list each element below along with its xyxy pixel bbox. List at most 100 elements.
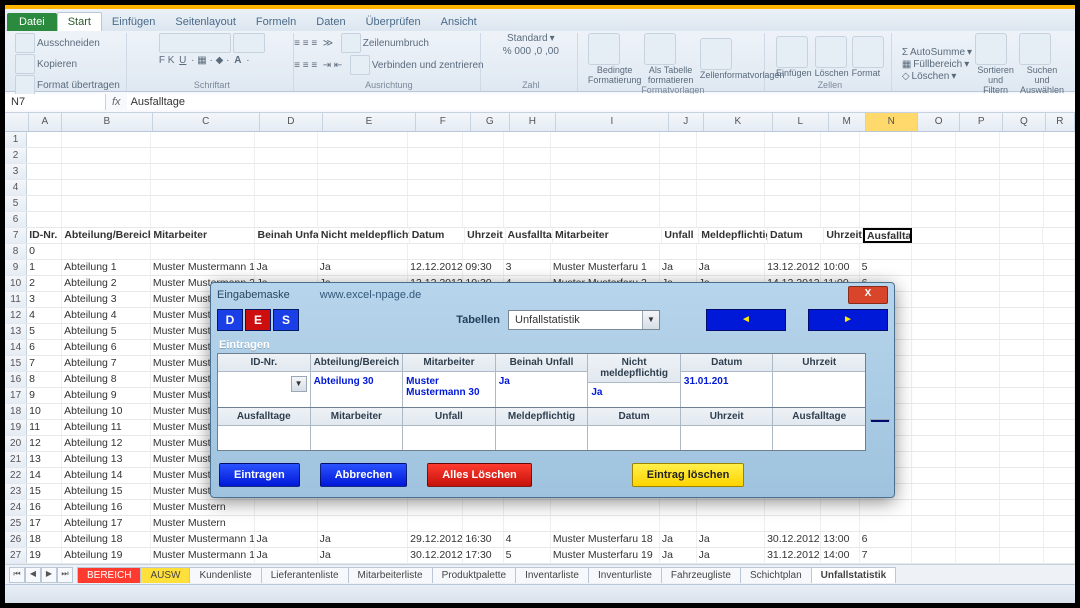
cell[interactable]: [956, 180, 1000, 195]
cell[interactable]: [912, 148, 956, 163]
cell[interactable]: [255, 132, 318, 147]
cond-format-button[interactable]: Bedingte Formatierung: [588, 33, 642, 85]
cell[interactable]: Muster Mustermann 18: [151, 532, 255, 547]
cell[interactable]: [62, 180, 151, 195]
col-M[interactable]: M: [829, 113, 866, 131]
cell[interactable]: Abteilung 5: [62, 324, 151, 339]
cell[interactable]: [697, 244, 765, 259]
row-header[interactable]: 20: [5, 436, 27, 451]
cell[interactable]: [765, 196, 821, 211]
cell[interactable]: [956, 148, 1000, 163]
dialog-close-button[interactable]: X: [848, 286, 888, 304]
cell[interactable]: [1000, 196, 1044, 211]
cell[interactable]: [912, 500, 956, 515]
cell[interactable]: [504, 212, 551, 227]
cell[interactable]: [697, 516, 765, 531]
delete-cells-button[interactable]: Löschen: [815, 36, 849, 78]
cell[interactable]: [956, 228, 1000, 243]
cell[interactable]: [912, 292, 956, 307]
cell[interactable]: [821, 132, 859, 147]
cell[interactable]: [551, 500, 660, 515]
cell[interactable]: Muster Mustern: [151, 516, 255, 531]
cell[interactable]: [151, 164, 255, 179]
cell[interactable]: [956, 356, 1000, 371]
cell[interactable]: 14:00: [821, 548, 859, 563]
cell[interactable]: [408, 148, 463, 163]
cell[interactable]: 3: [27, 292, 62, 307]
cell[interactable]: [1000, 324, 1044, 339]
cell[interactable]: [504, 244, 551, 259]
cell[interactable]: [956, 548, 1000, 563]
cell[interactable]: [1000, 436, 1044, 451]
cell[interactable]: [697, 196, 765, 211]
cell[interactable]: [318, 212, 408, 227]
cell[interactable]: [912, 132, 956, 147]
cell[interactable]: [1044, 260, 1075, 275]
row-header[interactable]: 3: [5, 164, 27, 179]
cell[interactable]: [765, 212, 821, 227]
cell[interactable]: [912, 276, 956, 291]
field-unfall[interactable]: [403, 426, 495, 450]
find-select-button[interactable]: Suchen und Auswählen: [1019, 33, 1065, 95]
cell[interactable]: [912, 452, 956, 467]
cell[interactable]: Datum: [410, 228, 465, 243]
tab-pagelayout[interactable]: Seitenlayout: [165, 13, 246, 31]
cell[interactable]: Abteilung 2: [62, 276, 151, 291]
cell[interactable]: [255, 180, 318, 195]
cell[interactable]: 5: [860, 260, 913, 275]
cell[interactable]: [912, 228, 956, 243]
cell[interactable]: [821, 500, 859, 515]
cell[interactable]: [912, 244, 956, 259]
cell[interactable]: [765, 516, 821, 531]
field-datum[interactable]: 31.01.201: [681, 372, 773, 396]
cell[interactable]: [1044, 180, 1075, 195]
cell[interactable]: [660, 196, 697, 211]
cell[interactable]: Uhrzeit: [465, 228, 505, 243]
cell[interactable]: Abteilung 11: [62, 420, 151, 435]
cell[interactable]: [255, 164, 318, 179]
cell[interactable]: [463, 196, 503, 211]
cell[interactable]: [1000, 388, 1044, 403]
cell[interactable]: [697, 132, 765, 147]
sheet-tab-active[interactable]: Unfallstatistik: [811, 567, 897, 583]
cell[interactable]: [62, 244, 151, 259]
cell[interactable]: [1044, 484, 1075, 499]
cell[interactable]: [1043, 228, 1075, 243]
cell[interactable]: [1000, 404, 1044, 419]
cell[interactable]: 8: [27, 372, 62, 387]
cell[interactable]: [27, 212, 62, 227]
cell[interactable]: [956, 244, 1000, 259]
cell[interactable]: Ja: [697, 532, 765, 547]
cell[interactable]: [912, 516, 956, 531]
cell[interactable]: Abteilung 17: [62, 516, 151, 531]
cell[interactable]: [821, 244, 859, 259]
field-datum2[interactable]: [588, 426, 680, 450]
cell[interactable]: [956, 532, 1000, 547]
cell[interactable]: [912, 340, 956, 355]
cell[interactable]: Muster Musterfaru 18: [551, 532, 660, 547]
cell[interactable]: 6: [27, 340, 62, 355]
cell[interactable]: [1000, 340, 1044, 355]
cell[interactable]: [1044, 308, 1075, 323]
cell[interactable]: [1044, 372, 1075, 387]
cell[interactable]: [1000, 164, 1044, 179]
row-header[interactable]: 19: [5, 420, 27, 435]
cell[interactable]: [255, 500, 318, 515]
cell[interactable]: [912, 388, 956, 403]
cell[interactable]: 5: [27, 324, 62, 339]
cell[interactable]: [1044, 148, 1075, 163]
cell[interactable]: Beinah Unfall: [255, 228, 318, 243]
row-header[interactable]: 22: [5, 468, 27, 483]
cell[interactable]: [1000, 148, 1044, 163]
abbrechen-button[interactable]: Abbrechen: [320, 463, 407, 487]
cell[interactable]: [660, 212, 697, 227]
sheet-tab[interactable]: Mitarbeiterliste: [348, 567, 433, 583]
tab-view[interactable]: Ansicht: [431, 13, 487, 31]
cell[interactable]: [912, 468, 956, 483]
cell[interactable]: [1000, 260, 1044, 275]
cell[interactable]: [408, 164, 463, 179]
cell[interactable]: [151, 244, 255, 259]
cell[interactable]: 14: [27, 468, 62, 483]
wrap-icon[interactable]: [341, 33, 361, 53]
cell[interactable]: [27, 196, 62, 211]
